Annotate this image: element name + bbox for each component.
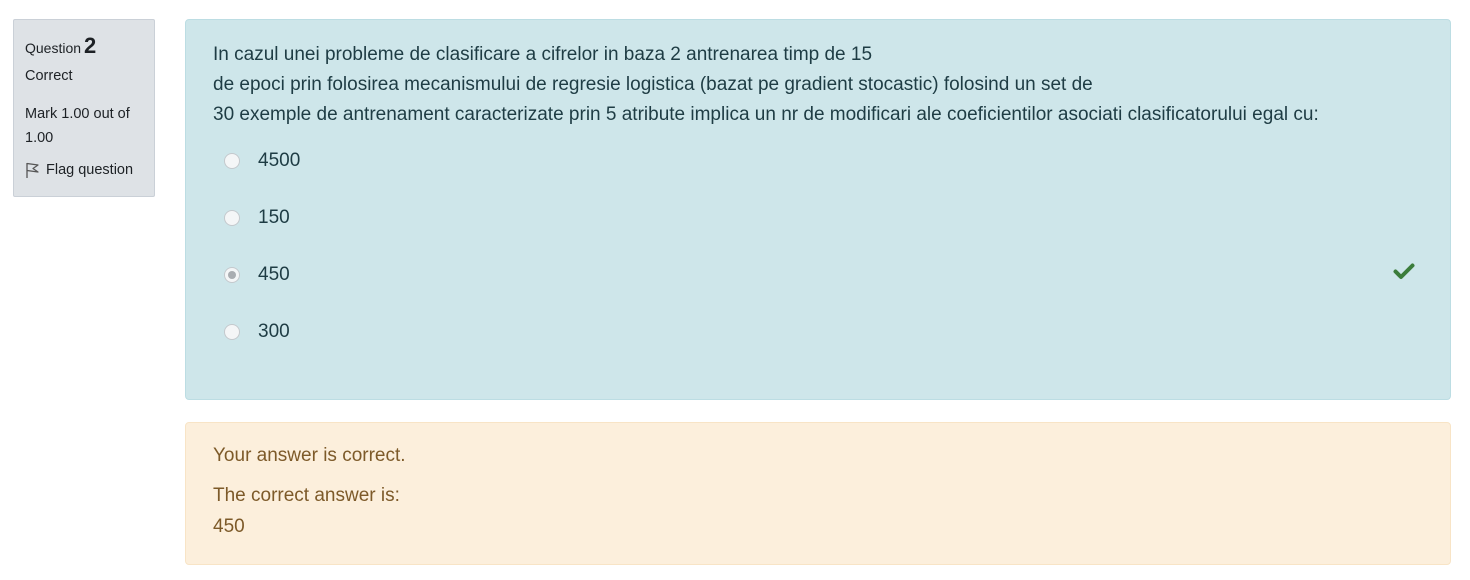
question-label: Question: [25, 40, 82, 56]
question-info-panel: Question 2 Correct Mark 1.00 out of 1.00 …: [13, 19, 155, 197]
answer-radio-selected[interactable]: [224, 267, 240, 283]
flag-icon: [26, 162, 39, 178]
answer-label[interactable]: 150: [258, 205, 290, 231]
answer-option[interactable]: 150: [213, 205, 1423, 262]
answer-label[interactable]: 450: [258, 262, 290, 288]
question-number: Question 2: [25, 32, 143, 60]
flag-question-button[interactable]: Flag question: [25, 160, 143, 180]
answer-option[interactable]: 4500: [213, 148, 1423, 205]
answer-label[interactable]: 4500: [258, 148, 300, 174]
question-number-value: 2: [84, 33, 97, 58]
question-grade: Mark 1.00 out of 1.00: [25, 106, 130, 146]
answer-radio[interactable]: [224, 210, 240, 226]
answer-option[interactable]: 450: [213, 262, 1423, 319]
feedback-status: Your answer is correct.: [213, 445, 406, 466]
check-icon: [1393, 262, 1415, 286]
feedback-panel: Your answer is correct. The correct answ…: [185, 422, 1451, 565]
question-text: In cazul unei probleme de clasificare a …: [213, 40, 1423, 130]
quiz-page: Question 2 Correct Mark 1.00 out of 1.00 …: [0, 0, 1470, 580]
answer-radio[interactable]: [224, 324, 240, 340]
answer-option[interactable]: 300: [213, 319, 1423, 376]
answer-radio[interactable]: [224, 153, 240, 169]
question-text-line: In cazul unei probleme de clasificare a …: [213, 44, 873, 65]
answer-options: 4500 150 450 300: [213, 148, 1423, 376]
question-text-line: de epoci prin folosirea mecanismului de …: [213, 74, 1093, 95]
correct-answer-value: 450: [213, 516, 245, 537]
question-state: Correct: [25, 68, 73, 84]
question-formulation: In cazul unei probleme de clasificare a …: [185, 19, 1451, 400]
flag-question-label: Flag question: [46, 162, 134, 178]
answer-label[interactable]: 300: [258, 319, 290, 345]
correct-answer-label: The correct answer is:: [213, 485, 400, 506]
question-text-line: 30 exemple de antrenament caracterizate …: [213, 104, 1319, 125]
